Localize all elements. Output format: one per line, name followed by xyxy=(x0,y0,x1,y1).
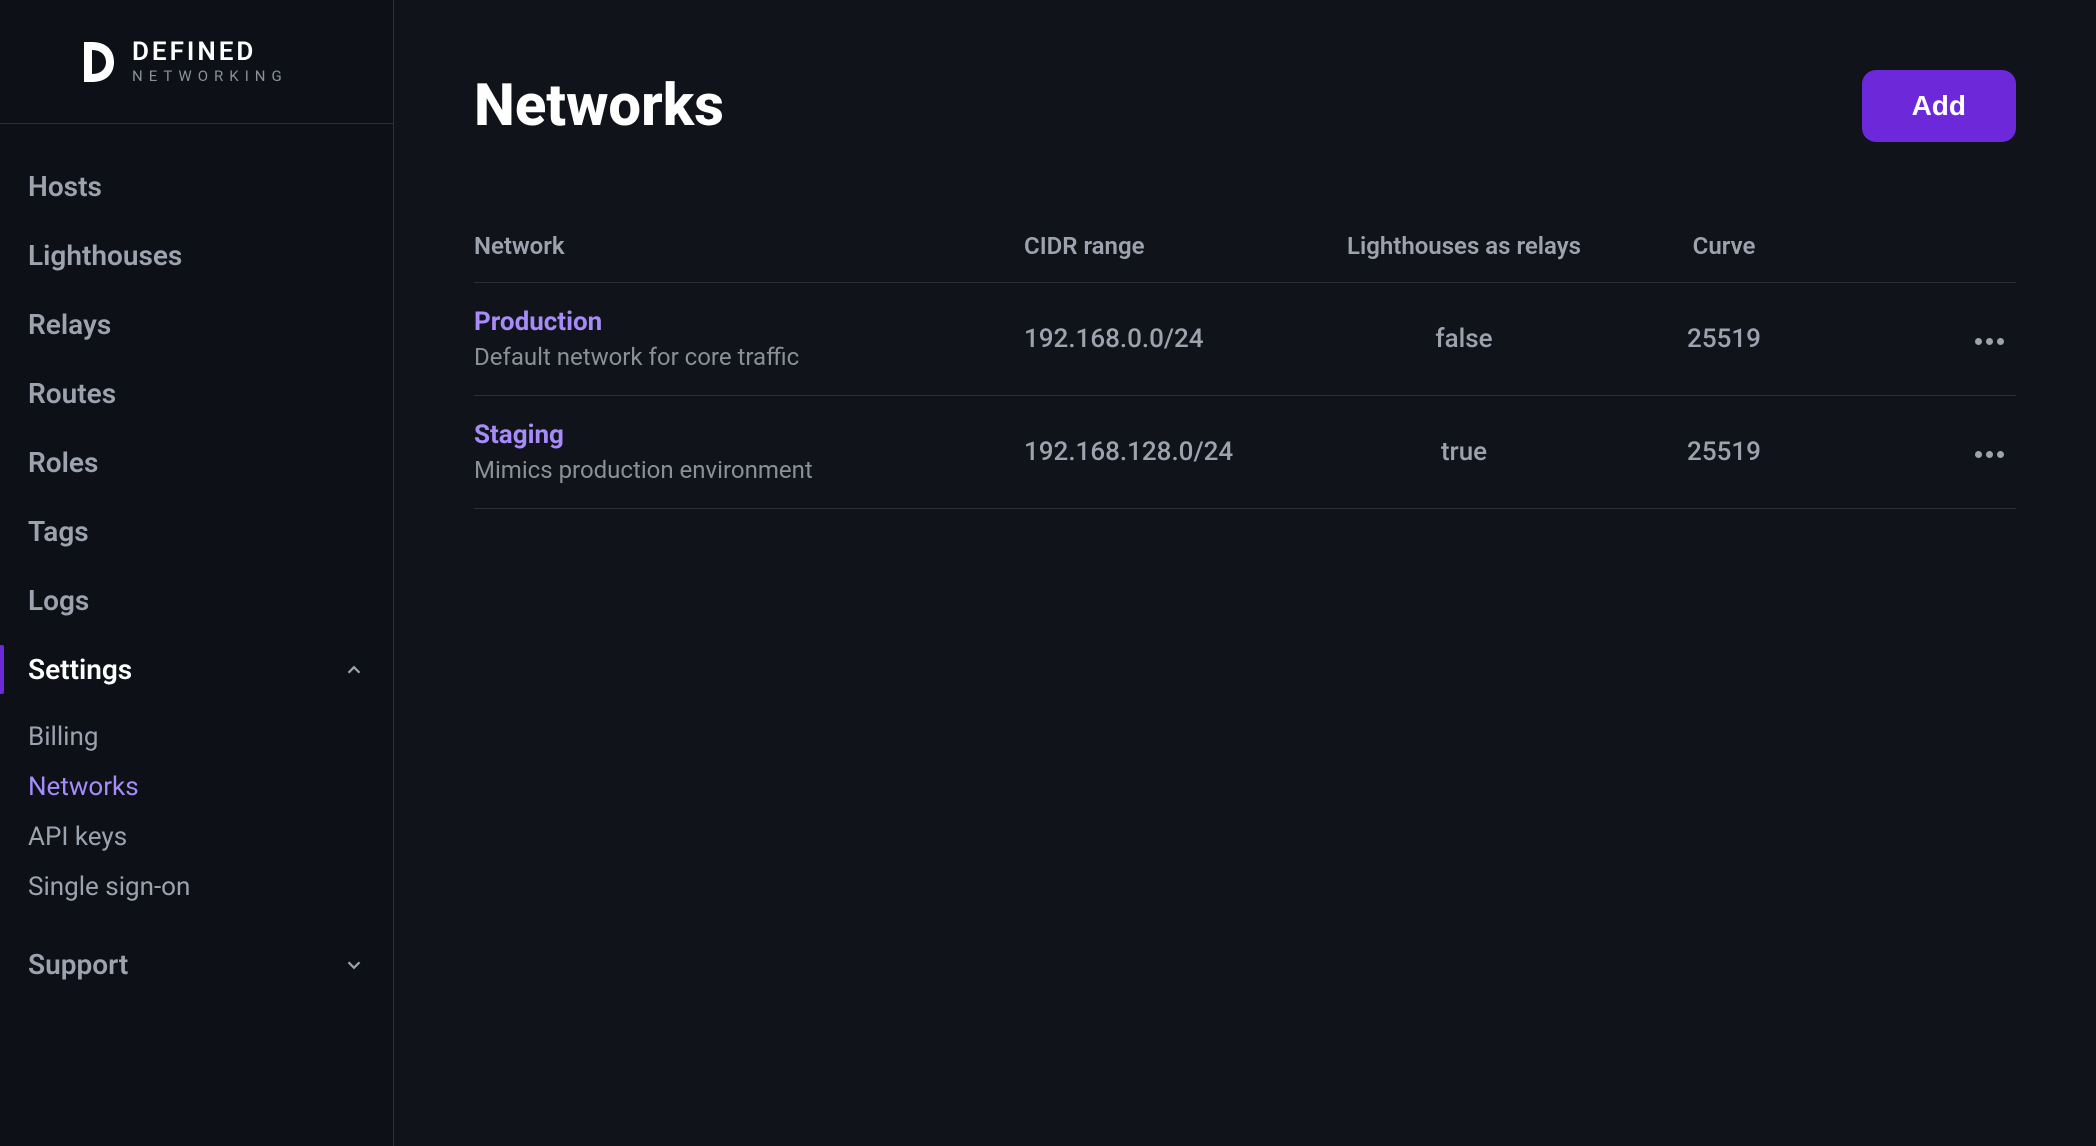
network-description: Default network for core traffic xyxy=(474,343,1024,371)
brand-subtitle: NETWORKING xyxy=(132,69,288,84)
sidebar-item-lighthouses[interactable]: Lighthouses xyxy=(0,221,393,290)
dots-icon xyxy=(1975,338,1982,345)
sidebar-item-routes[interactable]: Routes xyxy=(0,359,393,428)
cell-relay: true xyxy=(1314,437,1614,467)
logo-area: DEFINED NETWORKING xyxy=(0,0,393,124)
chevron-down-icon xyxy=(343,954,365,976)
brand-name: DEFINED xyxy=(132,39,288,65)
cell-actions xyxy=(1834,435,2016,470)
add-button[interactable]: Add xyxy=(1862,70,2016,142)
logo-icon xyxy=(78,38,118,86)
chevron-up-icon xyxy=(343,659,365,681)
cell-curve: 25519 xyxy=(1614,324,1834,354)
th-curve: Curve xyxy=(1614,232,1834,260)
table-header: Network CIDR range Lighthouses as relays… xyxy=(474,232,2016,283)
th-network: Network xyxy=(474,232,1024,260)
logo-text: DEFINED NETWORKING xyxy=(132,39,288,84)
sidebar: DEFINED NETWORKING Hosts Lighthouses Rel… xyxy=(0,0,394,1146)
dots-icon xyxy=(1975,451,1982,458)
sidebar-item-relays[interactable]: Relays xyxy=(0,290,393,359)
cell-network: Production Default network for core traf… xyxy=(474,307,1024,371)
main-content: Networks Add Network CIDR range Lighthou… xyxy=(394,0,2096,1146)
sidebar-item-logs[interactable]: Logs xyxy=(0,566,393,635)
row-actions-button[interactable] xyxy=(1963,326,2016,357)
sidebar-subitem-networks[interactable]: Networks xyxy=(0,762,393,812)
networks-table: Network CIDR range Lighthouses as relays… xyxy=(474,232,2016,509)
network-name-link[interactable]: Staging xyxy=(474,420,1024,450)
th-actions xyxy=(1834,232,2016,260)
sidebar-subitem-sso[interactable]: Single sign-on xyxy=(0,862,393,912)
cell-actions xyxy=(1834,322,2016,357)
network-name-link[interactable]: Production xyxy=(474,307,1024,337)
sidebar-item-roles[interactable]: Roles xyxy=(0,428,393,497)
sidebar-item-hosts[interactable]: Hosts xyxy=(0,152,393,221)
sidebar-item-settings[interactable]: Settings xyxy=(0,635,393,704)
cell-relay: false xyxy=(1314,324,1614,354)
page-title: Networks xyxy=(474,72,724,140)
cell-cidr: 192.168.0.0/24 xyxy=(1024,324,1314,354)
table-row: Production Default network for core traf… xyxy=(474,283,2016,396)
row-actions-button[interactable] xyxy=(1963,439,2016,470)
logo[interactable]: DEFINED NETWORKING xyxy=(78,38,288,86)
sidebar-subitem-api-keys[interactable]: API keys xyxy=(0,812,393,862)
settings-subnav: Billing Networks API keys Single sign-on xyxy=(0,704,393,930)
cell-cidr: 192.168.128.0/24 xyxy=(1024,437,1314,467)
sidebar-item-support[interactable]: Support xyxy=(0,930,393,999)
table-row: Staging Mimics production environment 19… xyxy=(474,396,2016,509)
cell-network: Staging Mimics production environment xyxy=(474,420,1024,484)
th-relay: Lighthouses as relays xyxy=(1314,232,1614,260)
primary-nav: Hosts Lighthouses Relays Routes Roles Ta… xyxy=(0,124,393,999)
network-description: Mimics production environment xyxy=(474,456,1024,484)
sidebar-subitem-billing[interactable]: Billing xyxy=(0,712,393,762)
page-header: Networks Add xyxy=(474,70,2016,142)
th-cidr: CIDR range xyxy=(1024,232,1314,260)
cell-curve: 25519 xyxy=(1614,437,1834,467)
sidebar-item-tags[interactable]: Tags xyxy=(0,497,393,566)
